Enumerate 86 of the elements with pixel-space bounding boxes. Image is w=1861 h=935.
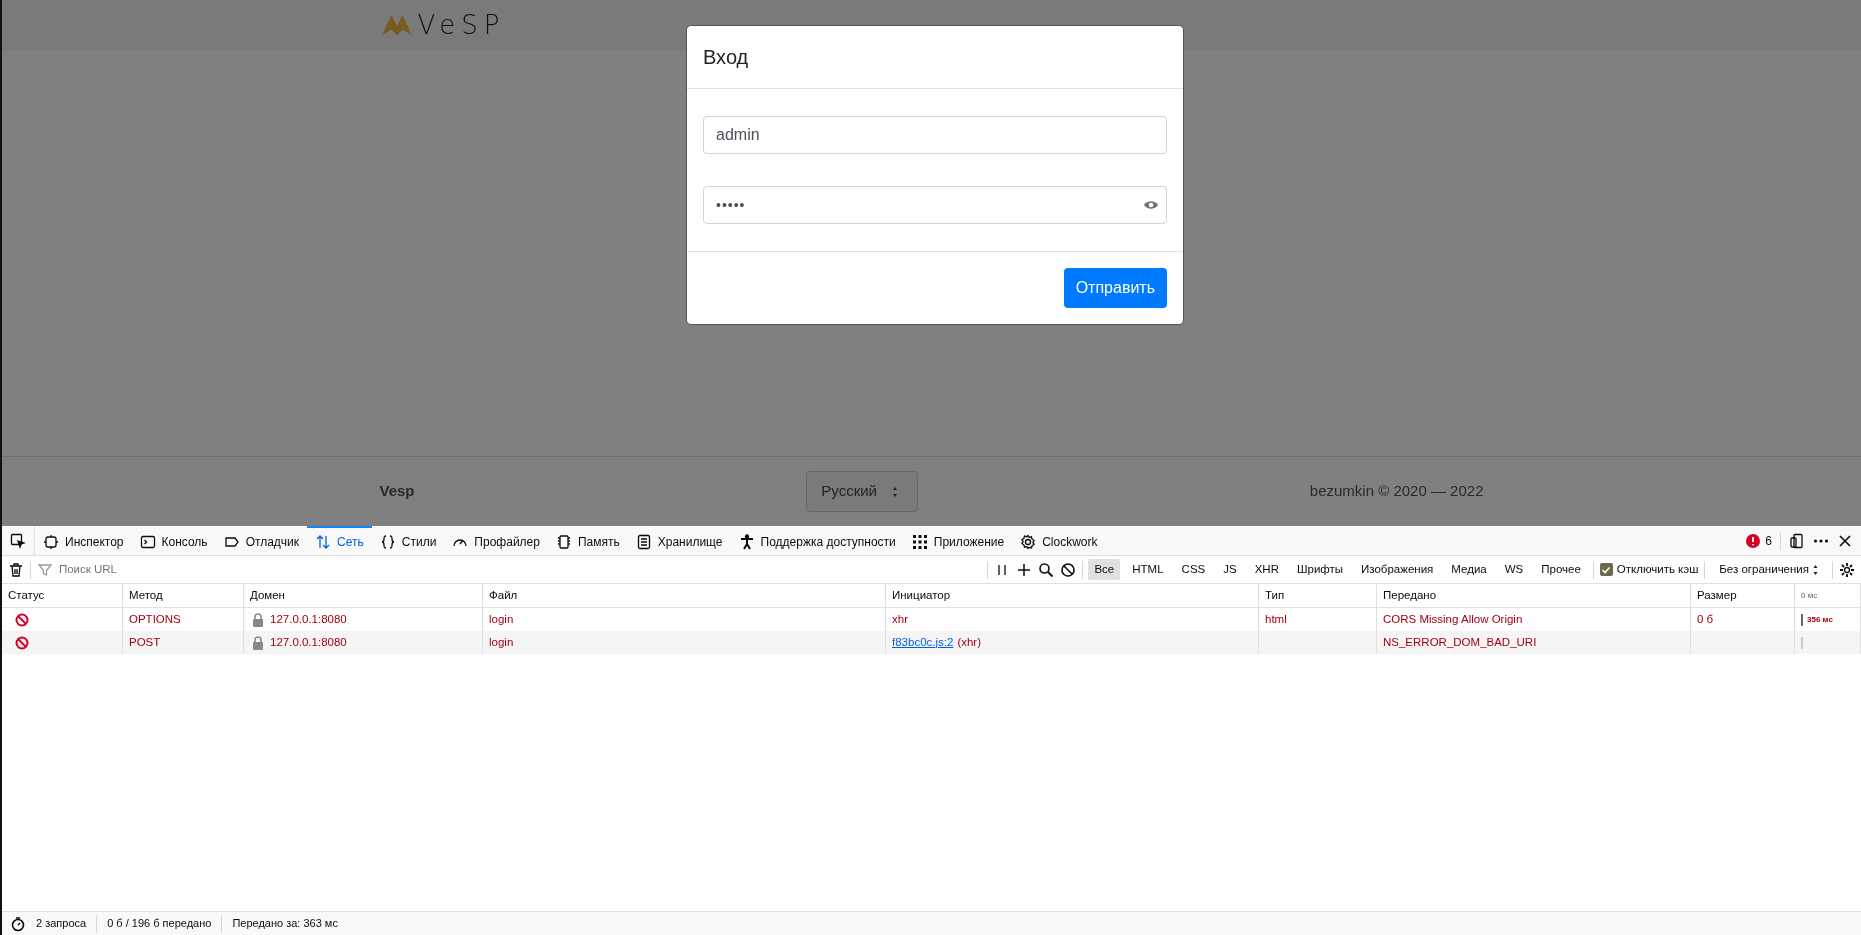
table-cell-text: (xhr) (957, 634, 981, 650)
type-filter-button[interactable]: Все (1088, 558, 1121, 581)
table-cell-text: 127.0.0.1:8080 (270, 634, 347, 650)
devtools-tab[interactable]: Хранилище (627, 526, 731, 555)
type-filter-button[interactable]: Шрифты (1290, 558, 1350, 581)
url-filter-field[interactable]: Поиск URL (56, 559, 981, 580)
devtools-tab[interactable]: Поддержка доступности (730, 526, 904, 555)
table-cell-text: CORS Missing Allow Origin (1383, 611, 1523, 627)
column-header[interactable]: Инициатор (886, 584, 1259, 607)
devtools-tab[interactable]: Приложение (903, 526, 1013, 555)
footer-brand: Vesp (379, 481, 415, 502)
type-filter-button[interactable]: HTML (1126, 558, 1170, 581)
checkbox-label: Отключить кэш (1616, 561, 1699, 577)
blocked-icon (14, 634, 30, 651)
error-icon (1745, 532, 1762, 549)
initiator-link[interactable]: f83bc0c.js:2 (892, 633, 954, 652)
logo-icon (379, 13, 414, 37)
blocked-icon (14, 611, 30, 628)
copyright-text: bezumkin © 2020 — 2022 (1309, 481, 1484, 502)
column-header[interactable]: 0 мс (1795, 584, 1861, 607)
table-cell-text: 127.0.0.1:8080 (270, 611, 347, 627)
table-cell-text: login (489, 634, 514, 650)
status-text: 2 запроса (36, 916, 87, 932)
table-cell-text: html (1265, 611, 1287, 627)
table-cell-text: OPTIONS (129, 611, 181, 627)
close-icon[interactable] (1837, 532, 1853, 549)
devtools-tab[interactable]: Clockwork (1012, 526, 1106, 555)
error-count[interactable]: 6 (1745, 531, 1772, 550)
block-icon[interactable] (1059, 561, 1076, 578)
column-header[interactable]: Тип (1259, 584, 1377, 607)
sort-icon (1813, 564, 1819, 575)
table-cell-text: POST (129, 634, 161, 650)
console-icon (139, 533, 156, 550)
column-header[interactable]: Файл (483, 584, 886, 607)
type-filter-button[interactable]: Изображения (1355, 558, 1440, 581)
column-header[interactable]: Статус (2, 584, 123, 607)
filter-icon (36, 561, 53, 578)
trash-icon[interactable] (8, 561, 24, 578)
lock-icon (250, 611, 266, 628)
braces-icon (379, 533, 396, 550)
table-cell-text: 0 б (1697, 611, 1714, 627)
type-filter-button[interactable]: Прочее (1535, 558, 1587, 581)
table-cell-text: login (489, 611, 514, 627)
devtools-tab[interactable]: Профайлер (444, 526, 548, 555)
column-header[interactable]: Метод (123, 584, 244, 607)
type-filter-button[interactable]: WS (1498, 558, 1530, 581)
status-text: 0 б / 196 б передано (107, 916, 212, 932)
search-icon[interactable] (1037, 561, 1054, 578)
username-field[interactable]: admin (703, 116, 1167, 154)
column-header[interactable]: Размер (1691, 584, 1795, 607)
devtools-tab[interactable]: Консоль (131, 526, 216, 555)
gear-icon (1020, 533, 1037, 550)
type-filter-button[interactable]: JS (1217, 558, 1243, 581)
memory-chip-icon (555, 533, 572, 550)
element-picker-icon[interactable] (10, 532, 26, 549)
table-cell: 356 мс (1807, 613, 1833, 626)
inspector-icon (43, 533, 59, 550)
table-cell-text: NS_ERROR_DOM_BAD_URI (1383, 634, 1537, 650)
lock-icon (250, 634, 266, 651)
stopwatch-icon (10, 915, 26, 932)
plus-icon[interactable] (1015, 561, 1032, 578)
type-filter-button[interactable]: Медиа (1445, 558, 1493, 581)
devtools-tab[interactable]: Стили (371, 526, 445, 555)
checkbox[interactable] (1599, 563, 1613, 576)
devtools-tab[interactable]: Сеть (307, 526, 372, 555)
language-select[interactable]: Русский (806, 471, 918, 512)
devtools-tab[interactable]: Инспектор (35, 526, 132, 555)
submit-button[interactable]: Отправить (1063, 268, 1167, 308)
column-header[interactable]: Домен (244, 584, 483, 607)
type-filter-button[interactable]: XHR (1248, 558, 1285, 581)
devtools-tab[interactable]: Память (547, 526, 628, 555)
status-text: Передано за: 363 мс (232, 916, 338, 932)
network-icon (315, 533, 332, 550)
devtools-tab[interactable]: Отладчик (215, 526, 308, 555)
password-field[interactable]: ••••• (703, 186, 1167, 224)
type-filter-button[interactable]: CSS (1175, 558, 1212, 581)
logo[interactable]: VeSP (379, 12, 506, 38)
column-header[interactable]: Передано (1377, 584, 1691, 607)
grid-icon (911, 533, 928, 550)
accessibility-icon (738, 533, 755, 550)
throttling-select[interactable]: Без ограничения (1711, 560, 1827, 579)
table-cell-text: xhr (892, 611, 908, 627)
responsive-mode-icon[interactable] (1789, 532, 1805, 549)
dialog-title: Вход (703, 46, 749, 68)
document-icon (635, 533, 652, 550)
settings-icon[interactable] (1838, 561, 1855, 578)
